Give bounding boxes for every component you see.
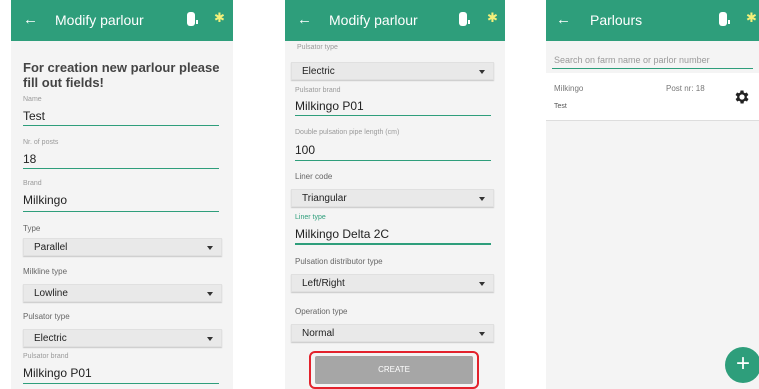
pulsator-brand-underline: [23, 383, 219, 384]
create-button[interactable]: CREATE: [315, 356, 473, 384]
page-title: Parlours: [590, 12, 643, 28]
parlour-list-item[interactable]: Milkingo Post nr: 18 Test: [546, 73, 759, 121]
liner-code-select[interactable]: Triangular: [291, 189, 494, 207]
parlours-screen: ← Parlours ✱ Search on farm name or parl…: [546, 0, 759, 389]
name-underline: [23, 125, 219, 126]
app-bar: ← Modify parlour ✱: [285, 0, 505, 41]
caret-down-icon: [207, 292, 213, 296]
caret-down-icon: [207, 337, 213, 341]
bluetooth-icon[interactable]: ✱: [746, 11, 757, 25]
pulsator-brand-field[interactable]: Milkingo P01: [23, 366, 92, 380]
brand-label: Brand: [23, 180, 42, 187]
liner-type-label: Liner type: [295, 214, 326, 221]
page-title: Modify parlour: [55, 12, 144, 28]
page-title: Modify parlour: [329, 12, 418, 28]
back-arrow-icon[interactable]: ←: [297, 12, 312, 27]
type-select[interactable]: Parallel: [23, 238, 222, 256]
operation-select-value: Normal: [302, 328, 335, 339]
pulsator-brand-field[interactable]: Milkingo P01: [295, 99, 364, 113]
distributor-select[interactable]: Left/Right: [291, 274, 494, 292]
brand-field[interactable]: Milkingo: [23, 193, 67, 207]
add-parlour-button[interactable]: +: [725, 347, 759, 383]
pulsator-type-label: Pulsator type: [23, 312, 70, 321]
caret-down-icon: [479, 332, 485, 336]
posts-underline: [23, 168, 219, 169]
back-arrow-icon[interactable]: ←: [556, 12, 571, 27]
liner-code-label: Liner code: [295, 172, 333, 181]
device-battery-icon: [459, 12, 470, 26]
posts-label: Nr. of posts: [23, 139, 59, 146]
double-pipe-label: Double pulsation pipe length (cm): [295, 129, 400, 136]
name-field[interactable]: Test: [23, 109, 45, 123]
posts-field[interactable]: 18: [23, 152, 36, 166]
device-battery-icon: [187, 12, 198, 26]
modify-parlour-screen-2: Pulsator type ← Modify parlour ✱ Electri…: [285, 0, 505, 389]
search-underline: [552, 68, 753, 69]
milkline-select[interactable]: Lowline: [23, 284, 222, 302]
parlour-posts: Post nr: 18: [666, 84, 705, 93]
brand-underline: [23, 211, 219, 212]
caret-down-icon: [479, 70, 485, 74]
bluetooth-icon[interactable]: ✱: [214, 11, 225, 25]
parlour-subtitle: Test: [554, 103, 567, 110]
pulsator-type-select[interactable]: Electric: [291, 62, 494, 80]
pulsator-brand-label: Pulsator brand: [23, 353, 69, 360]
pulsator-type-select-value: Electric: [302, 66, 335, 77]
caret-down-icon: [207, 246, 213, 250]
pulsator-type-select-value: Electric: [34, 333, 67, 344]
app-bar: ← Parlours ✱: [546, 0, 759, 41]
type-label: Type: [23, 224, 41, 233]
liner-type-field[interactable]: Milkingo Delta 2C: [295, 227, 389, 241]
name-label: Name: [23, 96, 42, 103]
type-select-value: Parallel: [34, 242, 68, 253]
pulsator-type-label: Pulsator type: [297, 44, 338, 51]
device-battery-icon: [719, 12, 730, 26]
form-heading: For creation new parlour please fill out…: [23, 60, 220, 90]
operation-select[interactable]: Normal: [291, 324, 494, 342]
back-arrow-icon[interactable]: ←: [23, 12, 38, 27]
distributor-select-value: Left/Right: [302, 278, 345, 289]
milkline-label: Milkline type: [23, 267, 68, 276]
double-pipe-underline: [295, 160, 491, 161]
pulsator-brand-label: Pulsator brand: [295, 87, 341, 94]
liner-type-underline: [295, 243, 491, 245]
milkline-select-value: Lowline: [34, 288, 68, 299]
caret-down-icon: [479, 282, 485, 286]
gear-icon[interactable]: [733, 88, 751, 106]
app-bar: ← Modify parlour ✱: [11, 0, 233, 41]
operation-label: Operation type: [295, 307, 348, 316]
caret-down-icon: [479, 197, 485, 201]
pulsator-brand-underline: [295, 115, 491, 116]
liner-code-select-value: Triangular: [302, 193, 347, 204]
search-input[interactable]: Search on farm name or parlor number: [554, 55, 710, 65]
pulsator-type-select[interactable]: Electric: [23, 329, 222, 347]
bluetooth-icon[interactable]: ✱: [487, 11, 498, 25]
double-pipe-field[interactable]: 100: [295, 143, 315, 157]
distributor-label: Pulsation distributor type: [295, 257, 383, 266]
create-button-highlight: CREATE: [309, 351, 479, 389]
parlour-name: Milkingo: [554, 84, 584, 93]
modify-parlour-screen-1: ← Modify parlour ✱ For creation new parl…: [11, 0, 233, 389]
